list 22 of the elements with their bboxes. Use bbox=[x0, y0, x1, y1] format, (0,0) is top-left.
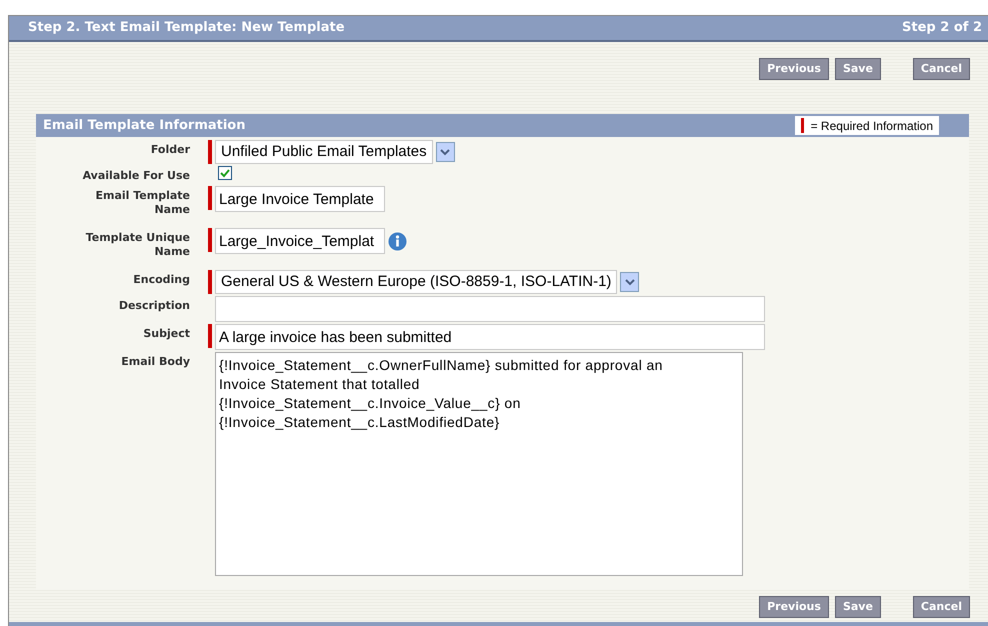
checkbox[interactable] bbox=[218, 166, 232, 180]
step-indicator: Step 2 of 2 bbox=[902, 19, 982, 38]
field-label: Template Unique Name bbox=[84, 230, 190, 259]
field-label: Email Body bbox=[120, 354, 190, 369]
text-field[interactable]: A large invoice has been submitted bbox=[215, 324, 765, 350]
email-body-field[interactable]: {!Invoice_Statement__c.OwnerFullName} submitted for approval an Invoice Statement that totalled {!Invoice_Statement__c.Invoice_Value__c} on {!Invoice_Statement__c.LastModifiedDate} bbox=[215, 352, 743, 576]
field-label: Email Template Name bbox=[94, 188, 190, 217]
section-title: Email Template Information bbox=[43, 116, 246, 135]
wizard-title: Step 2. Text Email Template: New Template bbox=[28, 19, 345, 38]
legend-text: = Required Information bbox=[810, 118, 933, 134]
field-label: Encoding bbox=[132, 272, 190, 287]
field-label: Folder bbox=[150, 142, 190, 157]
info-icon[interactable] bbox=[388, 232, 407, 250]
required-marker bbox=[800, 118, 804, 133]
field-label: Subject bbox=[142, 326, 190, 341]
text-field[interactable]: Large_Invoice_Templat bbox=[215, 228, 385, 254]
field-label: Available For Use bbox=[82, 168, 190, 183]
select-field[interactable]: General US & Western Europe (ISO-8859-1, ISO-LATIN-1) bbox=[215, 270, 618, 294]
text-field[interactable] bbox=[215, 296, 765, 322]
text-field[interactable]: Large Invoice Template bbox=[215, 186, 385, 212]
field-label: Description bbox=[118, 298, 190, 313]
select-field[interactable]: Unfiled Public Email Templates bbox=[215, 140, 433, 164]
